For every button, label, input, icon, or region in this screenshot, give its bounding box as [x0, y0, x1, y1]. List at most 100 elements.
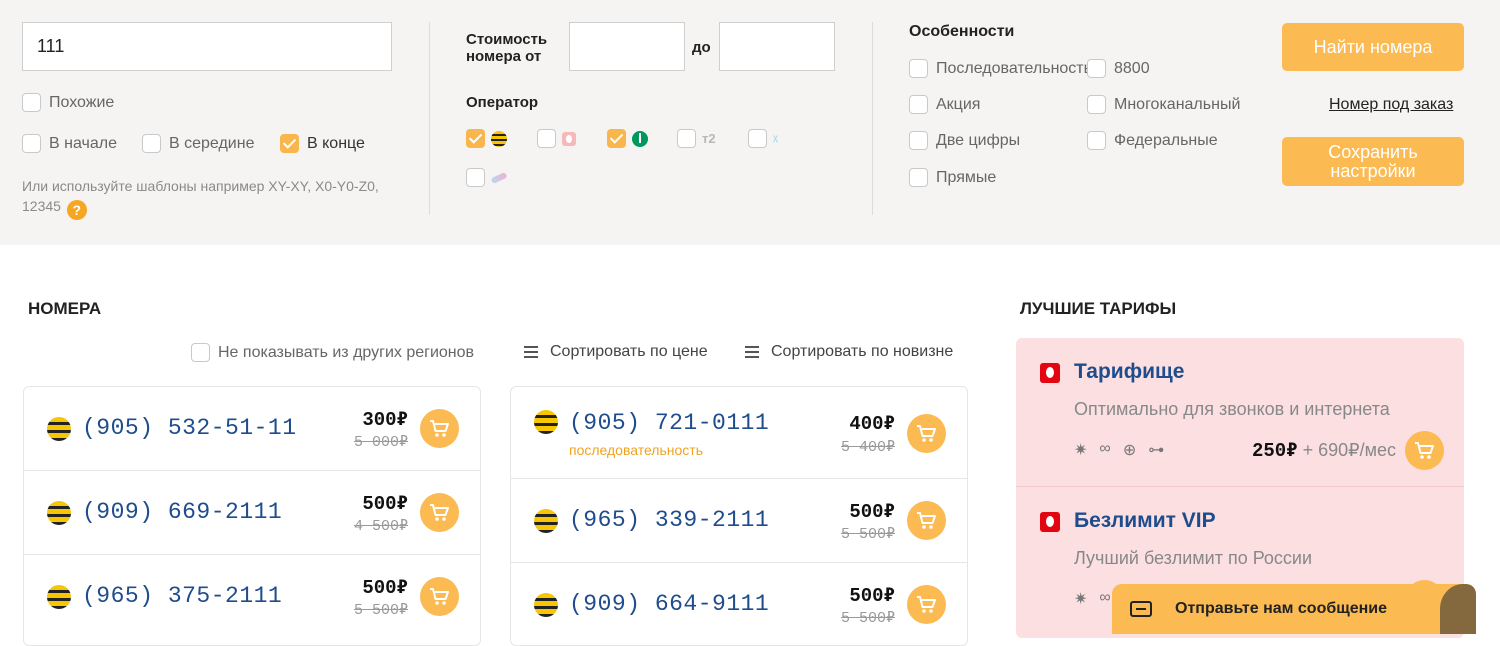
number-row[interactable]: (905) 721-0111 последовательность 400₽ 5… [511, 387, 967, 479]
tariffs-title: ЛУЧШИЕ ТАРИФЫ [1020, 299, 1177, 318]
phone-number[interactable]: (909) 669-2111 [82, 499, 282, 525]
custom-number-link[interactable]: Номер под заказ [1329, 96, 1453, 114]
checkbox-box[interactable] [142, 134, 161, 153]
feature-8800[interactable]: 8800 [1087, 59, 1150, 78]
hide-other-regions-checkbox[interactable]: Не показывать из других регионов [191, 343, 474, 362]
phone-number[interactable]: (965) 339-2111 [569, 507, 769, 533]
checkbox-box[interactable] [1087, 59, 1106, 78]
checkbox-box-checked[interactable] [280, 134, 299, 153]
checkbox-middle[interactable]: В середине [142, 134, 254, 153]
operator-megafon[interactable] [607, 129, 648, 148]
phone-number[interactable]: (965) 375-2111 [82, 583, 282, 609]
chat-widget[interactable]: Отправьте нам сообщение [1112, 584, 1476, 634]
old-price: 5 400₽ [840, 439, 895, 456]
tariff-cart-button[interactable] [1405, 431, 1444, 470]
chat-avatar [1440, 584, 1476, 634]
tariff-card[interactable]: Тарифище Оптимально для звонков и интерн… [1016, 338, 1464, 486]
checkbox-box[interactable] [22, 93, 41, 112]
beeline-logo-icon [47, 585, 71, 609]
checkbox-similar[interactable]: Похожие [22, 93, 114, 112]
number-row[interactable]: (965) 339-2111 500₽ 5 500₽ [511, 479, 967, 563]
sort-by-price[interactable]: Сортировать по цене [524, 343, 708, 361]
envelope-icon [1130, 601, 1152, 617]
find-numbers-button[interactable]: Найти номера [1282, 23, 1464, 71]
operator-yota[interactable]: ᵡ [748, 129, 778, 148]
numbers-title: НОМЕРА [28, 299, 102, 318]
cart-icon [430, 504, 449, 521]
old-price: 4 500₽ [353, 518, 408, 535]
checkbox-box[interactable] [909, 95, 928, 114]
phone-number[interactable]: (905) 721-0111 [569, 410, 769, 436]
cart-button[interactable] [420, 493, 459, 532]
operator-tinkoff[interactable] [466, 168, 508, 187]
number-row[interactable]: (909) 664-9111 500₽ 5 500₽ [511, 563, 967, 645]
cart-button[interactable] [907, 585, 946, 624]
cart-icon [1415, 442, 1434, 459]
sort-by-new[interactable]: Сортировать по новизне [745, 343, 953, 361]
checkbox-end[interactable]: В конце [280, 134, 365, 153]
phone-number[interactable]: (905) 532-51-11 [82, 415, 297, 441]
operator-mts[interactable] [537, 129, 576, 148]
number-row[interactable]: (965) 375-2111 500₽ 5 500₽ [24, 555, 480, 639]
beeline-logo-icon [47, 417, 71, 441]
price-label: Стоимость номера от [466, 31, 548, 65]
unlimited-icon: ∞ [1099, 589, 1111, 606]
calls-icon: ✷ [1074, 442, 1088, 459]
cart-button[interactable] [420, 409, 459, 448]
operator-t2[interactable]: т2 [677, 129, 716, 148]
price-to-input[interactable] [719, 22, 835, 71]
help-icon[interactable]: ? [66, 200, 87, 220]
number-row[interactable]: (905) 532-51-11 300₽ 5 000₽ [24, 387, 480, 471]
cart-button[interactable] [907, 501, 946, 540]
tariff-features: ✷ ∞ ⊕ ⊶ [1074, 440, 1164, 460]
feature-two-digits[interactable]: Две цифры [909, 131, 1020, 150]
checkbox-box[interactable] [191, 343, 210, 362]
checkbox-box[interactable] [537, 129, 556, 148]
old-price: 5 500₽ [840, 610, 895, 627]
beeline-logo-icon [491, 130, 507, 147]
beeline-logo-icon [534, 410, 558, 434]
unlimited-icon: ∞ [1099, 440, 1111, 457]
checkbox-box[interactable] [909, 59, 928, 78]
tariff-description: Оптимально для звонков и интернета [1074, 399, 1390, 419]
cart-icon [430, 588, 449, 605]
feature-promo[interactable]: Акция [909, 95, 980, 114]
save-settings-button[interactable]: Сохранить настройки [1282, 137, 1464, 186]
beeline-logo-icon [534, 509, 558, 533]
price-from-input[interactable] [569, 22, 685, 71]
checkbox-box[interactable] [909, 131, 928, 150]
number-row[interactable]: (909) 669-2111 500₽ 4 500₽ [24, 471, 480, 555]
price: 500₽ [362, 493, 408, 515]
checkbox-box-checked[interactable] [466, 129, 485, 148]
template-hint: Или используйте шаблоны например XY-XY, … [22, 178, 379, 220]
checkbox-box[interactable] [22, 134, 41, 153]
feature-multichannel[interactable]: Многоканальный [1087, 95, 1240, 114]
operator-beeline[interactable] [466, 129, 507, 148]
tariff-price: 250₽ + 690₽/мес [1251, 440, 1396, 462]
filter-panel: 111 Похожие В начале В середине В конце … [0, 0, 1500, 245]
number-search-input[interactable]: 111 [22, 22, 392, 71]
feature-sequence[interactable]: Последовательность [909, 59, 1089, 78]
phone-number[interactable]: (909) 664-9111 [569, 591, 769, 617]
checkbox-box-checked[interactable] [607, 129, 626, 148]
cart-button[interactable] [420, 577, 459, 616]
beeline-logo-icon [47, 501, 71, 525]
divider [429, 22, 430, 215]
checkbox-box[interactable] [1087, 131, 1106, 150]
tariff-name[interactable]: Тарифище [1074, 360, 1184, 384]
checkbox-box[interactable] [677, 129, 696, 148]
globe-icon: ⊕ [1122, 442, 1137, 459]
checkbox-start[interactable]: В начале [22, 134, 117, 153]
checkbox-box[interactable] [748, 129, 767, 148]
checkbox-box[interactable] [466, 168, 485, 187]
cart-button[interactable] [907, 414, 946, 453]
feature-direct[interactable]: Прямые [909, 168, 996, 187]
cart-icon [430, 420, 449, 437]
calls-icon: ✷ [1074, 591, 1088, 608]
checkbox-box[interactable] [909, 168, 928, 187]
mts-logo-icon [562, 131, 576, 146]
checkbox-box[interactable] [1087, 95, 1106, 114]
tariff-name[interactable]: Безлимит VIP [1074, 509, 1216, 533]
t2-logo-icon: т2 [702, 131, 716, 146]
feature-federal[interactable]: Федеральные [1087, 131, 1218, 150]
